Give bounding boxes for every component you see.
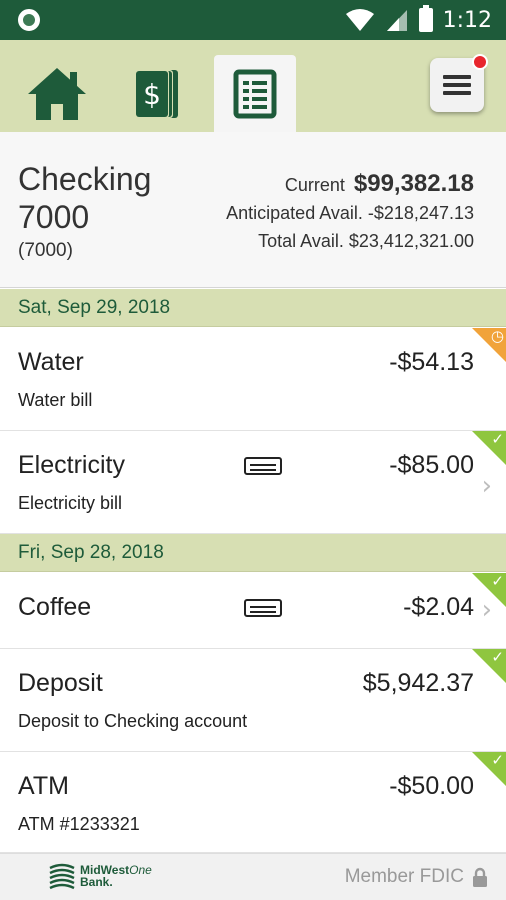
transaction-title: Coffee	[18, 593, 92, 621]
card-icon	[244, 599, 282, 617]
transaction-description: Deposit to Checking account	[18, 711, 248, 731]
bank-logo-mark-icon	[49, 863, 75, 890]
transaction-amount: -$54.13	[389, 348, 474, 376]
dollar-bill-icon: $	[135, 69, 178, 118]
register-list-icon	[233, 69, 277, 118]
transaction-description: Water bill	[18, 390, 93, 410]
total-available-balance: Total Avail. $23,412,321.00	[258, 231, 474, 251]
transaction-amount: -$50.00	[389, 772, 474, 800]
transaction-title: Electricity	[18, 451, 125, 479]
transaction-title: Water	[18, 348, 84, 376]
transaction-title: Deposit	[18, 669, 103, 697]
clock-icon: ◷	[490, 328, 504, 345]
wifi-icon	[345, 9, 374, 31]
checkmark-icon: ✓	[491, 752, 504, 769]
transaction-row[interactable]: Deposit $5,942.37 Deposit to Checking ac…	[0, 649, 506, 752]
transaction-amount: -$2.04	[403, 593, 474, 621]
transaction-amount: -$85.00	[389, 451, 474, 479]
account-name: Checking 7000	[18, 161, 152, 235]
checkmark-icon: ✓	[491, 431, 504, 448]
home-icon	[28, 67, 86, 120]
member-fdic-text: Member FDIC	[344, 866, 464, 887]
transaction-amount: $5,942.37	[362, 669, 474, 697]
tab-accounts[interactable]: $	[116, 55, 198, 132]
transaction-row[interactable]: Electricity -$85.00 Electricity bill › ✓	[0, 431, 506, 534]
footer: MidWestOne Bank. Member FDIC	[0, 853, 506, 900]
cell-signal-icon	[386, 10, 407, 31]
bank-logo: MidWestOne Bank.	[48, 862, 152, 890]
battery-icon	[418, 5, 433, 32]
transaction-row[interactable]: ATM -$50.00 ATM #1233321 ✓	[0, 752, 506, 853]
nav-bar: $	[0, 40, 506, 132]
hamburger-menu-icon	[443, 75, 471, 95]
checkmark-icon: ✓	[491, 649, 504, 666]
current-balance-label: Current	[284, 175, 345, 195]
card-icon	[244, 457, 282, 475]
svg-text:$: $	[143, 78, 161, 111]
notification-badge	[472, 54, 488, 70]
transaction-row[interactable]: Coffee -$2.04 › ✓	[0, 573, 506, 649]
current-balance-line: Current $99,382.18	[226, 170, 474, 199]
menu-button[interactable]	[430, 54, 488, 112]
account-number: (7000)	[18, 240, 73, 261]
transaction-row[interactable]: Water -$54.13 Water bill ◷	[0, 328, 506, 431]
account-summary: Checking 7000 (7000) Current $99,382.18 …	[0, 132, 506, 288]
logo-text-line2: Bank.	[80, 875, 113, 889]
checkmark-icon: ✓	[491, 573, 504, 590]
date-header: Sat, Sep 29, 2018	[0, 289, 506, 327]
status-time: 1:12	[442, 7, 492, 33]
transaction-description: ATM #1233321	[18, 814, 140, 834]
transaction-title: ATM	[18, 772, 69, 800]
balance-details: Current $99,382.18 Anticipated Avail. -$…	[226, 170, 474, 255]
app-status-icon	[18, 9, 40, 31]
transaction-description: Electricity bill	[18, 493, 123, 513]
chevron-right-icon: ›	[481, 471, 492, 501]
tab-home[interactable]	[16, 55, 98, 132]
anticipated-balance: Anticipated Avail. -$218,247.13	[226, 203, 474, 223]
tab-register[interactable]	[214, 55, 296, 132]
current-balance-value: $99,382.18	[353, 170, 474, 197]
status-bar: 1:12	[0, 0, 506, 40]
logo-text-italic: One	[129, 863, 152, 877]
lock-icon	[473, 867, 487, 887]
date-header: Fri, Sep 28, 2018	[0, 534, 506, 572]
